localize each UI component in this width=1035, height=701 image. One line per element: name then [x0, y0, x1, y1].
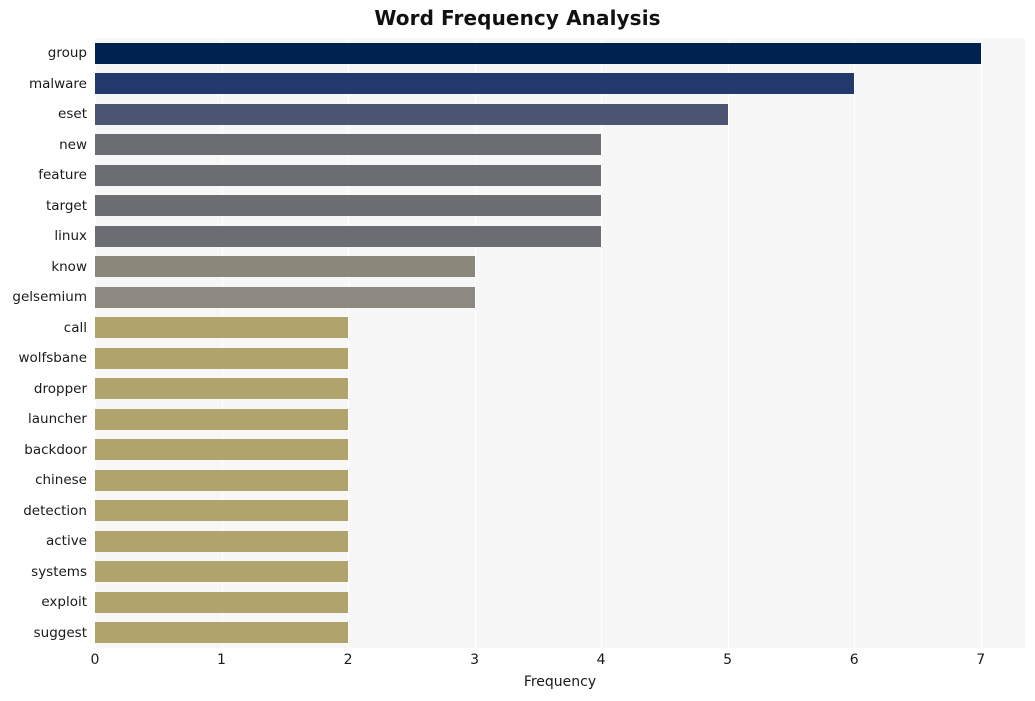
bar-row: [95, 282, 1025, 313]
bar-row: [95, 343, 1025, 374]
bar-suggest: [95, 622, 349, 644]
bar-gelsemium: [95, 286, 475, 308]
x-axis-title: Frequency: [523, 674, 597, 690]
x-tick-label-3: 3: [470, 652, 480, 668]
y-tick-label-call: call: [63, 319, 87, 336]
x-tick-label-6: 6: [849, 652, 859, 668]
bar-wolfsbane: [95, 347, 349, 369]
bar-row: [95, 191, 1025, 222]
bar-feature: [95, 164, 602, 186]
x-tick-label-7: 7: [976, 652, 986, 668]
bar-row: [95, 587, 1025, 618]
bar-target: [95, 195, 602, 217]
bar-active: [95, 530, 349, 552]
x-tick-label-5: 5: [723, 652, 733, 668]
y-tick-label-malware: malware: [28, 75, 87, 92]
bar-call: [95, 317, 349, 339]
y-tick-label-systems: systems: [31, 563, 87, 580]
bar-new: [95, 134, 602, 156]
bar-linux: [95, 225, 602, 247]
bar-row: [95, 465, 1025, 496]
plot-area: [95, 38, 1025, 648]
bar-know: [95, 256, 475, 278]
y-tick-label-dropper: dropper: [33, 380, 87, 397]
bar-row: [95, 404, 1025, 435]
bar-detection: [95, 500, 349, 522]
bar-row: [95, 435, 1025, 466]
y-tick-label-know: know: [51, 258, 87, 275]
y-tick-label-wolfsbane: wolfsbane: [18, 350, 87, 367]
bar-row: [95, 313, 1025, 344]
x-tick-label-1: 1: [217, 652, 226, 668]
bar-launcher: [95, 408, 349, 430]
y-axis-tick-labels: group malware eset new feature target linux kno…: [0, 38, 95, 648]
x-tick-label-0: 0: [90, 652, 100, 668]
bar-backdoor: [95, 439, 349, 461]
bar-row: [95, 130, 1025, 161]
y-tick-label-active: active: [45, 533, 87, 550]
y-tick-label-launcher: launcher: [28, 411, 87, 428]
bar-row: [95, 496, 1025, 527]
x-tick-label-2: 2: [343, 652, 353, 668]
bar-exploit: [95, 591, 349, 613]
bar-dropper: [95, 378, 349, 400]
bar-row: [95, 374, 1025, 405]
y-tick-label-linux: linux: [54, 228, 87, 245]
bar-malware: [95, 73, 855, 95]
y-tick-label-gelsemium: gelsemium: [12, 289, 87, 306]
bar-row: [95, 557, 1025, 588]
bar-chinese: [95, 469, 349, 491]
y-tick-label-backdoor: backdoor: [24, 441, 87, 458]
y-tick-label-feature: feature: [38, 167, 87, 184]
bar-row: [95, 252, 1025, 283]
bar-eset: [95, 103, 728, 125]
bar-group: [95, 42, 981, 64]
y-tick-label-suggest: suggest: [33, 624, 87, 641]
chart-figure: Word Frequency Analysis group malware eset…: [0, 0, 1035, 701]
y-tick-label-exploit: exploit: [41, 594, 87, 611]
y-tick-label-group: group: [47, 45, 87, 62]
bar-row: [95, 69, 1025, 100]
page-title: Word Frequency Analysis: [374, 6, 661, 30]
y-tick-label-chinese: chinese: [35, 472, 87, 489]
bar-row: [95, 526, 1025, 557]
y-tick-label-eset: eset: [58, 106, 87, 123]
bar-row: [95, 160, 1025, 191]
bar-systems: [95, 561, 349, 583]
bar-row: [95, 618, 1025, 649]
y-tick-label-detection: detection: [23, 502, 87, 519]
y-tick-label-new: new: [59, 136, 87, 153]
bar-row: [95, 99, 1025, 130]
bar-row: [95, 221, 1025, 252]
y-tick-label-target: target: [45, 197, 87, 214]
bar-row: [95, 38, 1025, 69]
x-tick-label-4: 4: [596, 652, 606, 668]
